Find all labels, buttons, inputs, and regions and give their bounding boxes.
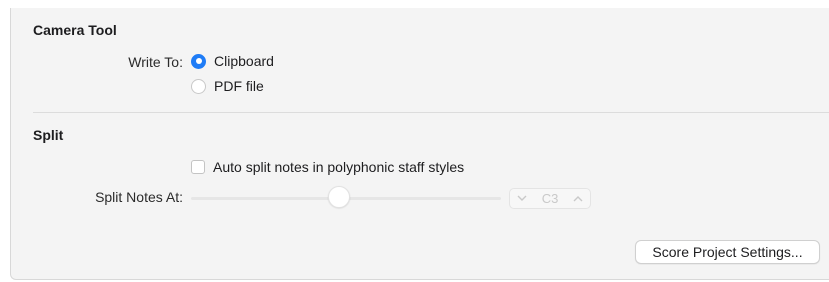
- radio-option-pdf-file[interactable]: PDF file: [191, 78, 264, 94]
- chevron-down-icon[interactable]: [517, 193, 527, 205]
- radio-label-pdf-file: PDF file: [214, 78, 264, 94]
- write-to-label: Write To:: [128, 54, 183, 70]
- settings-panel: Camera Tool Write To: Clipboard PDF file…: [10, 8, 829, 280]
- camera-tool-heading: Camera Tool: [33, 22, 117, 38]
- auto-split-option[interactable]: Auto split notes in polyphonic staff sty…: [191, 159, 464, 175]
- stepper-value: C3: [541, 191, 559, 206]
- split-notes-slider-knob[interactable]: [328, 186, 350, 208]
- split-notes-at-label: Split Notes At:: [95, 189, 183, 205]
- radio-label-clipboard: Clipboard: [214, 53, 274, 69]
- radio-dot-icon: [195, 58, 202, 64]
- radio-button[interactable]: [191, 78, 206, 94]
- radio-button-selected[interactable]: [191, 53, 206, 69]
- split-notes-stepper[interactable]: C3: [509, 188, 591, 209]
- score-project-settings-button[interactable]: Score Project Settings...: [635, 240, 820, 264]
- chevron-up-icon[interactable]: [573, 193, 583, 205]
- auto-split-checkbox[interactable]: [191, 160, 205, 174]
- radio-option-clipboard[interactable]: Clipboard: [191, 53, 274, 69]
- auto-split-label: Auto split notes in polyphonic staff sty…: [213, 159, 465, 175]
- split-heading: Split: [33, 127, 64, 143]
- section-divider: [33, 112, 829, 113]
